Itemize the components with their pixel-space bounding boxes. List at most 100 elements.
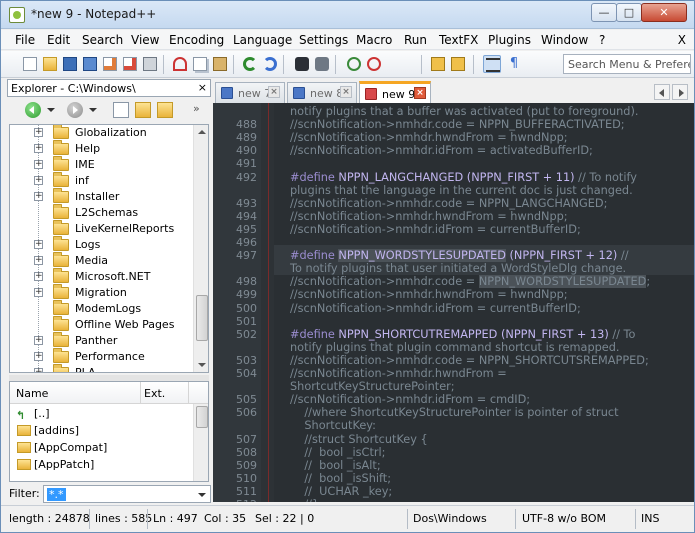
file-list-scroll-thumb[interactable] [196, 406, 208, 428]
code-line[interactable]: //scnNotification->nmhdr.hwndFrom = hwnd… [290, 210, 568, 223]
expand-plus-icon[interactable]: + [34, 368, 43, 372]
menu-file[interactable]: File [15, 33, 35, 47]
new-file-icon[interactable] [21, 55, 39, 73]
tab-close-icon[interactable]: × [414, 87, 426, 99]
menu-close-doc[interactable]: X [678, 33, 686, 47]
status-eol-format[interactable]: Dos\Windows [413, 512, 487, 525]
tree-item[interactable]: + inf [10, 172, 193, 189]
expand-plus-icon[interactable]: + [34, 128, 43, 137]
menu-encoding[interactable]: Encoding [169, 33, 224, 47]
expand-plus-icon[interactable]: + [34, 256, 43, 265]
word-wrap-icon[interactable] [483, 55, 501, 73]
print-icon[interactable] [141, 55, 159, 73]
code-line[interactable]: #define NPPN_WORDSTYLESUPDATED (NPPN_FIR… [290, 249, 629, 263]
expand-plus-icon[interactable]: + [34, 272, 43, 281]
expand-plus-icon[interactable]: + [34, 144, 43, 153]
tree-item[interactable]: L2Schemas [10, 204, 193, 221]
file-list[interactable]: Name Ext. ↰ [..] [addins] [AppCompat] [A… [9, 381, 209, 482]
tab-close-icon[interactable]: × [340, 86, 352, 98]
file-row[interactable]: [AppCompat] [10, 439, 192, 456]
search-menu-input[interactable]: Search Menu & Preferences [563, 54, 691, 74]
code-line[interactable]: notify plugins that plugin command short… [290, 341, 620, 354]
code-line[interactable]: #define NPPN_LANGCHANGED (NPPN_FIRST + 1… [290, 171, 637, 184]
tree-item[interactable]: + Performance [10, 348, 193, 365]
code-line[interactable]: // bool _isAlt; [290, 459, 380, 472]
zoom-out-icon[interactable] [365, 55, 383, 73]
code-line[interactable]: // bool _isShift; [290, 472, 391, 485]
tree-item[interactable]: + Help [10, 140, 193, 157]
tree-item[interactable]: + Migration [10, 284, 193, 301]
title-bar[interactable]: *new 9 - Notepad++ — □ ✕ [1, 1, 694, 29]
tree-item[interactable]: + Globalization [10, 125, 193, 141]
minimize-button[interactable]: — [591, 3, 617, 22]
replace-icon[interactable] [313, 55, 331, 73]
code-line[interactable]: //scnNotification->nmhdr.hwndFrom = hwnd… [290, 131, 568, 144]
code-line[interactable]: //struct ShortcutKey { [290, 433, 427, 446]
tab-new-7[interactable]: new 7 × [215, 82, 285, 103]
tab-scroll-right-button[interactable] [672, 84, 688, 100]
status-encoding[interactable]: UTF-8 w/o BOM [522, 512, 606, 525]
menu-textfx[interactable]: TextFX [439, 33, 478, 47]
tab-new-9[interactable]: new 9 × [359, 81, 431, 103]
file-row[interactable]: [AppPatch] [10, 456, 192, 473]
code-line[interactable]: ShortcutKey: [290, 419, 376, 432]
tree-scroll-thumb[interactable] [196, 295, 208, 341]
folder-tree[interactable]: + Globalization + Help + IME + inf + Installer L2S… [9, 124, 209, 373]
menu-view[interactable]: View [131, 33, 159, 47]
open-file-icon[interactable] [41, 55, 59, 73]
menu-settings[interactable]: Settings [299, 33, 348, 47]
tree-item[interactable]: + Microsoft.NET [10, 268, 193, 285]
sync-vertical-icon[interactable] [429, 55, 447, 73]
explorer-close-icon[interactable]: × [198, 81, 207, 94]
expand-plus-icon[interactable]: + [34, 288, 43, 297]
scroll-up-icon[interactable] [198, 130, 206, 134]
sync-horizontal-icon[interactable] [449, 55, 467, 73]
code-line[interactable]: //scnNotification->nmhdr.code = NPPN_BUF… [290, 118, 625, 131]
tree-item[interactable]: + PLA [10, 364, 193, 372]
undo-icon[interactable] [241, 55, 259, 73]
filter-value[interactable]: *.* [47, 488, 66, 501]
expand-plus-icon[interactable]: + [34, 352, 43, 361]
code-line[interactable]: //where ShortcutKeyStructurePointer is p… [290, 406, 618, 419]
file-row[interactable]: [addins] [10, 422, 192, 439]
close-all-icon[interactable] [121, 55, 139, 73]
back-arrow-icon[interactable] [25, 102, 41, 118]
code-line[interactable]: //scnNotification->nmhdr.hwndFrom = hwnd… [290, 288, 568, 301]
expand-plus-icon[interactable]: + [34, 160, 43, 169]
expand-plus-icon[interactable]: + [34, 176, 43, 185]
tab-scroll-left-button[interactable] [654, 84, 670, 100]
code-line[interactable]: // bool _isCtrl; [290, 446, 385, 459]
menu-language[interactable]: Language [233, 33, 292, 47]
menu-window[interactable]: Window [541, 33, 588, 47]
menu-plugins[interactable]: Plugins [488, 33, 531, 47]
forward-arrow-icon[interactable] [67, 102, 83, 118]
tab-close-icon[interactable]: × [268, 86, 280, 98]
code-line[interactable]: // UCHAR _key; [290, 485, 392, 498]
menu-help[interactable]: ? [599, 33, 605, 47]
tree-item[interactable]: ModemLogs [10, 300, 193, 317]
redo-icon[interactable] [261, 55, 279, 73]
menu-search[interactable]: Search [82, 33, 123, 47]
code-line[interactable]: //scnNotification->nmhdr.idFrom = curren… [290, 302, 581, 315]
menu-macro[interactable]: Macro [356, 33, 392, 47]
code-line[interactable]: plugins that the language in the current… [290, 184, 633, 197]
code-line[interactable]: //scnNotification->nmhdr.code = NPPN_SHO… [290, 354, 649, 367]
tree-item[interactable]: Offline Web Pages [10, 316, 193, 333]
copy-icon[interactable] [191, 55, 209, 73]
tree-item[interactable]: LiveKernelReports [10, 220, 193, 237]
tree-item[interactable]: + Logs [10, 236, 193, 253]
tree-scrollbar[interactable] [193, 125, 208, 372]
tree-item[interactable]: + Panther [10, 332, 193, 349]
maximize-button[interactable]: □ [616, 3, 642, 22]
column-name[interactable]: Name [16, 387, 48, 400]
cut-icon[interactable] [171, 55, 189, 73]
code-line[interactable]: ShortcutKeyStructurePointer; [290, 380, 455, 393]
file-row-parent[interactable]: ↰ [..] [10, 405, 192, 422]
menu-edit[interactable]: Edit [47, 33, 70, 47]
code-line[interactable]: //scnNotification->nmhdr.idFrom = cmdID; [290, 393, 530, 406]
code-line[interactable]: //scnNotification->nmhdr.idFrom = activa… [290, 144, 593, 157]
code-line[interactable]: notify plugins that a buffer was activat… [290, 105, 638, 118]
expand-plus-icon[interactable]: + [34, 336, 43, 345]
code-line[interactable]: //scnNotification->nmhdr.idFrom = curren… [290, 223, 581, 236]
status-insert-mode[interactable]: INS [641, 512, 659, 525]
